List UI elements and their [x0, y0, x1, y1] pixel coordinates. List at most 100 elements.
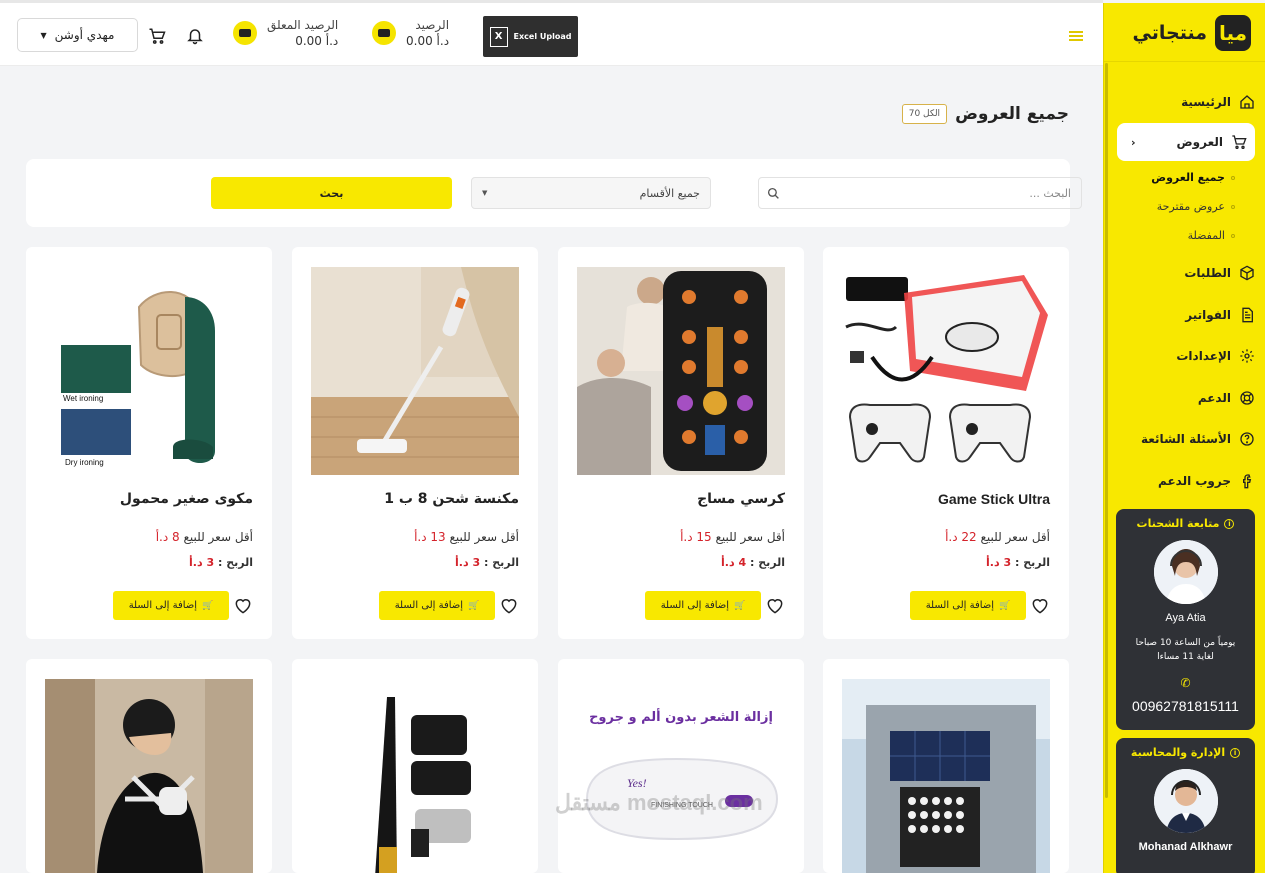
search-panel: البحث ... جميع الأقسام ▼ بحث — [26, 159, 1082, 227]
product-name[interactable]: Game Stick Ultra — [938, 491, 1050, 507]
sidebar-item-label: الأسئلة الشائعة — [1141, 432, 1231, 446]
product-card[interactable] — [292, 659, 538, 873]
excel-upload-button[interactable]: X Excel Upload — [483, 16, 578, 57]
favorite-heart-icon[interactable] — [499, 596, 519, 616]
cart-icon: 🛒 — [202, 600, 214, 611]
subitem-all-offers[interactable]: جميع العروض — [1151, 171, 1235, 184]
sidebar-item-label: العروض — [1176, 135, 1223, 149]
avatar — [1153, 769, 1218, 833]
cart-icon: 🛒 — [734, 600, 746, 611]
product-card[interactable]: إزالة الشعر بدون ألم و جروح Yes! FINISHI… — [558, 659, 804, 873]
sidebar-item-settings[interactable]: الإعدادات — [1115, 346, 1255, 366]
sidebar-item-home[interactable]: الرئيسية — [1115, 92, 1255, 112]
profit-label: الربح : — [1014, 556, 1050, 569]
add-to-cart-label: إضافة إلى السلة — [660, 600, 730, 611]
sidebar-scrollbar[interactable] — [1105, 63, 1108, 798]
product-card[interactable]: Wet ironing Dry ironing مكوى صغير محمول … — [26, 247, 272, 639]
balance: الرصيد 0.00 د.أ — [372, 17, 449, 49]
agent-phone[interactable]: 00962781815111 — [1116, 698, 1255, 714]
page-header: جميع العروض الكل 70 — [901, 104, 1069, 124]
add-to-cart-button[interactable]: 🛒 إضافة إلى السلة — [645, 591, 761, 620]
work-hours-line: يومياً من الساعة 10 صباحا — [1135, 638, 1236, 648]
menu-toggle-icon[interactable] — [1069, 31, 1083, 43]
card-title: i متابعة الشحنات — [1116, 509, 1255, 530]
sidebar-item-faq[interactable]: الأسئلة الشائعة — [1115, 429, 1255, 449]
add-to-cart-button[interactable]: 🛒 إضافة إلى السلة — [379, 591, 495, 620]
product-image[interactable] — [45, 679, 253, 873]
product-name[interactable]: مكنسة شحن 8 ب 1 — [384, 491, 519, 507]
suspended-balance-label: الرصيد المعلق — [267, 18, 339, 32]
product-card[interactable]: Game Stick Ultra أقل سعر للبيع 22 د.أ ال… — [823, 247, 1069, 639]
price-value: 13 د.أ — [414, 530, 446, 544]
wallet-icon — [233, 21, 257, 45]
brand[interactable]: ميا منتجاتي — [1133, 15, 1251, 51]
subitem-label: جميع العروض — [1151, 171, 1225, 184]
product-image[interactable] — [311, 267, 519, 475]
add-to-cart-button[interactable]: 🛒 إضافة إلى السلة — [113, 591, 229, 620]
excel-icon: X — [489, 26, 508, 47]
question-icon — [1240, 432, 1254, 446]
divider — [1104, 61, 1265, 62]
product-name[interactable]: كرسي مساج — [697, 491, 785, 507]
product-min-price: أقل سعر للبيع 22 د.أ — [945, 530, 1050, 544]
product-image[interactable] — [311, 679, 519, 873]
sidebar-item-support[interactable]: الدعم — [1115, 388, 1255, 408]
favorite-heart-icon[interactable] — [1030, 596, 1050, 616]
balance-value: 0.00 د.أ — [406, 34, 450, 48]
image-caption-text: Dry ironing — [65, 458, 104, 467]
search-button[interactable]: بحث — [211, 177, 452, 209]
subitem-suggested-offers[interactable]: عروض مقترحة — [1157, 200, 1235, 213]
category-select[interactable]: جميع الأقسام ▼ — [471, 177, 711, 209]
suspended-balance-value: 0.00 د.أ — [295, 34, 339, 48]
product-image[interactable]: Wet ironing Dry ironing — [45, 267, 253, 475]
box-icon — [1240, 265, 1254, 281]
cart-icon[interactable] — [148, 27, 166, 45]
admin-support-card: i الإدارة والمحاسبة Mohanad Alkhawr — [1116, 738, 1255, 873]
profit-value: 3 د.أ — [455, 556, 481, 569]
product-card[interactable] — [26, 659, 272, 873]
sidebar-item-offers[interactable]: العروض › — [1117, 123, 1255, 161]
price-label: أقل سعر للبيع — [449, 530, 519, 544]
product-profit: الربح : 4 د.أ — [721, 556, 785, 569]
profit-label: الربح : — [217, 556, 253, 569]
add-to-cart-button[interactable]: 🛒 إضافة إلى السلة — [910, 591, 1026, 620]
favorite-heart-icon[interactable] — [233, 596, 253, 616]
subitem-label: عروض مقترحة — [1156, 200, 1225, 213]
agent-name: Mohanad Alkhawr — [1138, 841, 1233, 853]
user-menu-dropdown[interactable]: ▼ مهدي أوشن — [17, 18, 138, 52]
product-image[interactable]: إزالة الشعر بدون ألم و جروح Yes! FINISHI… — [577, 679, 785, 873]
sidebar: ميا منتجاتي الرئيسية العروض › جميع العرو… — [1103, 3, 1265, 873]
product-card[interactable] — [823, 659, 1069, 873]
product-name[interactable]: مكوى صغير محمول — [120, 491, 253, 507]
category-value: جميع الأقسام — [639, 186, 700, 200]
card-title-text: الإدارة والمحاسبة — [1130, 746, 1226, 759]
product-image[interactable] — [842, 267, 1050, 475]
product-image[interactable] — [577, 267, 785, 475]
add-to-cart-label: إضافة إلى السلة — [128, 600, 198, 611]
sidebar-item-orders[interactable]: الطلبات — [1115, 263, 1255, 283]
add-to-cart-label: إضافة إلى السلة — [925, 600, 995, 611]
profit-label: الربح : — [483, 556, 519, 569]
sidebar-item-invoices[interactable]: الفواتير — [1115, 305, 1255, 325]
product-image[interactable] — [842, 679, 1050, 873]
product-card[interactable]: كرسي مساج أقل سعر للبيع 15 د.أ الربح : 4… — [558, 247, 804, 639]
favorite-heart-icon[interactable] — [765, 596, 785, 616]
wallet-icon — [372, 21, 396, 45]
product-profit: الربح : 3 د.أ — [189, 556, 253, 569]
caret-down-icon: ▼ — [40, 30, 47, 40]
price-label: أقل سعر للبيع — [183, 530, 253, 544]
subitem-favorites[interactable]: المفضلة — [1188, 229, 1235, 242]
sidebar-item-support-group[interactable]: جروب الدعم — [1115, 471, 1255, 491]
price-value: 22 د.أ — [945, 530, 977, 544]
brand-logo: ميا — [1215, 15, 1251, 51]
search-input[interactable]: البحث ... — [758, 177, 1082, 209]
bell-icon[interactable] — [186, 27, 204, 45]
cart-icon: 🛒 — [468, 600, 480, 611]
product-card[interactable]: مكنسة شحن 8 ب 1 أقل سعر للبيع 13 د.أ الر… — [292, 247, 538, 639]
image-caption-text: Yes! — [627, 776, 647, 790]
balance-label: الرصيد — [415, 18, 450, 32]
chevron-right-icon: › — [1131, 135, 1136, 149]
page-title: جميع العروض — [955, 104, 1069, 124]
price-value: 8 د.أ — [155, 530, 180, 544]
profit-value: 3 د.أ — [189, 556, 215, 569]
